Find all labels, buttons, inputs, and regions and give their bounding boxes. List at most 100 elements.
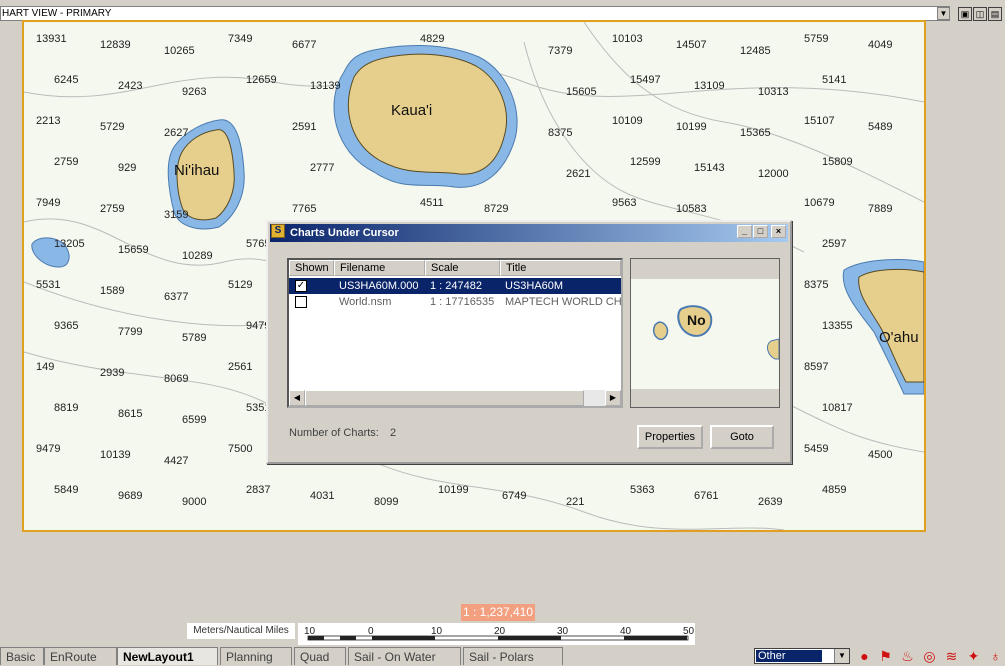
tab-sail-polars[interactable]: Sail - Polars: [463, 647, 563, 665]
chart-preview: No: [630, 258, 780, 408]
depth-sounding: 2777: [310, 162, 334, 174]
radar-icon[interactable]: ♨: [899, 648, 916, 664]
maximize-button[interactable]: □: [753, 225, 768, 238]
depth-sounding: 12000: [758, 168, 789, 180]
close-icon[interactable]: ×: [771, 225, 786, 238]
depth-sounding: 13139: [310, 80, 341, 92]
depth-sounding: 4427: [164, 455, 188, 467]
window-button-3[interactable]: ▤: [988, 7, 1002, 21]
depth-sounding: 9563: [612, 197, 636, 209]
signal-icon[interactable]: ≋: [943, 648, 960, 664]
buoy-icon[interactable]: ♁: [987, 648, 1004, 664]
depth-sounding: 12485: [740, 45, 771, 57]
waypoint-icon[interactable]: ⚑: [877, 648, 894, 664]
depth-sounding: 4049: [868, 39, 892, 51]
column-header-scale[interactable]: Scale: [425, 260, 500, 276]
depth-sounding: 10103: [612, 33, 643, 45]
depth-sounding: 13931: [36, 33, 67, 45]
chevron-down-icon[interactable]: ▼: [834, 649, 849, 663]
shown-checkbox[interactable]: [295, 296, 307, 308]
depth-sounding: 5129: [228, 279, 252, 291]
scroll-thumb[interactable]: [305, 390, 584, 406]
depth-sounding: 13205: [54, 238, 85, 250]
depth-sounding: 7799: [118, 326, 142, 338]
depth-sounding: 5759: [804, 33, 828, 45]
dialog-title[interactable]: Charts Under Cursor: [270, 224, 788, 242]
window-button-1[interactable]: ▣: [958, 7, 972, 21]
depth-sounding: 6761: [694, 490, 718, 502]
depth-sounding: 4859: [822, 484, 846, 496]
tab-enroute[interactable]: EnRoute: [44, 647, 117, 665]
depth-sounding: 10583: [676, 203, 707, 215]
horizontal-scrollbar[interactable]: ◀ ▶: [289, 390, 621, 406]
column-header-title[interactable]: Title: [500, 260, 621, 276]
depth-sounding: 9479: [36, 443, 60, 455]
depth-sounding: 5849: [54, 484, 78, 496]
table-row[interactable]: World.nsm 1 : 17716535 MAPTECH WORLD CHA: [289, 294, 621, 310]
window-button-2[interactable]: ◫: [973, 7, 987, 21]
depth-sounding: 5489: [868, 121, 892, 133]
charts-under-cursor-dialog: Charts Under Cursor S _ □ × Shown Filena…: [266, 220, 792, 464]
scroll-left-icon[interactable]: ◀: [289, 390, 305, 406]
depth-sounding: 13109: [694, 80, 725, 92]
table-row[interactable]: ✓ US3HA60M.000 1 : 247482 US3HA60M: [289, 278, 621, 294]
row-scale: 1 : 17716535: [430, 296, 495, 308]
scroll-right-icon[interactable]: ▶: [605, 390, 621, 406]
tab-sail-on-water[interactable]: Sail - On Water: [348, 647, 461, 665]
depth-sounding: 2621: [566, 168, 590, 180]
scale-tick-label: 40: [620, 626, 632, 637]
depth-sounding: 2759: [100, 203, 124, 215]
depth-sounding: 2939: [100, 367, 124, 379]
toolbar-dropdown[interactable]: Other ▼: [754, 648, 850, 664]
depth-sounding: 5729: [100, 121, 124, 133]
depth-sounding: 2837: [246, 484, 270, 496]
goto-button[interactable]: Goto: [710, 425, 774, 449]
properties-button[interactable]: Properties: [637, 425, 703, 449]
depth-sounding: 3159: [164, 209, 188, 221]
depth-sounding: 7949: [36, 197, 60, 209]
scale-tick-label: 30: [557, 626, 569, 637]
record-icon[interactable]: ●: [856, 648, 873, 664]
depth-sounding: 2597: [822, 238, 846, 250]
target-icon[interactable]: ◎: [921, 648, 938, 664]
app-icon: S: [271, 224, 285, 238]
row-filename: US3HA60M.000: [339, 280, 419, 292]
depth-sounding: 8615: [118, 408, 142, 420]
depth-sounding: 5459: [804, 443, 828, 455]
column-header-shown[interactable]: Shown: [289, 260, 334, 276]
depth-sounding: 4829: [420, 33, 444, 45]
depth-sounding: 9365: [54, 320, 78, 332]
tab-newlayout1[interactable]: NewLayout1: [117, 647, 218, 665]
chevron-down-icon[interactable]: ▼: [937, 7, 950, 20]
depth-sounding: 7765: [292, 203, 316, 215]
depth-sounding: 12659: [246, 74, 277, 86]
depth-sounding: 15365: [740, 127, 771, 139]
depth-sounding: 10289: [182, 250, 213, 262]
depth-sounding: 5141: [822, 74, 846, 86]
depth-sounding: 929: [118, 162, 136, 174]
tab-basic[interactable]: Basic: [0, 647, 44, 665]
tab-quad[interactable]: Quad: [294, 647, 346, 665]
depth-sounding: 13355: [822, 320, 853, 332]
depth-sounding: 14507: [676, 39, 707, 51]
charts-list[interactable]: Shown Filename Scale Title ✓ US3HA60M.00…: [287, 258, 623, 408]
depth-sounding: 9000: [182, 496, 206, 508]
depth-sounding: 12599: [630, 156, 661, 168]
tab-planning[interactable]: Planning: [220, 647, 292, 665]
compass-icon[interactable]: ✦: [965, 648, 982, 664]
shown-checkbox[interactable]: ✓: [295, 280, 307, 292]
depth-sounding: 9689: [118, 490, 142, 502]
depth-sounding: 7500: [228, 443, 252, 455]
toolbar-dropdown-value: Other: [756, 650, 822, 662]
depth-sounding: 221: [566, 496, 584, 508]
depth-sounding: 6245: [54, 74, 78, 86]
depth-sounding: 6749: [502, 490, 526, 502]
depth-sounding: 2639: [758, 496, 782, 508]
island-label-kauai: Kaua'i: [391, 102, 432, 119]
depth-sounding: 8597: [804, 361, 828, 373]
column-header-filename[interactable]: Filename: [334, 260, 425, 276]
depth-sounding: 5363: [630, 484, 654, 496]
depth-sounding: 5531: [36, 279, 60, 291]
depth-sounding: 6377: [164, 291, 188, 303]
minimize-button[interactable]: _: [737, 225, 752, 238]
